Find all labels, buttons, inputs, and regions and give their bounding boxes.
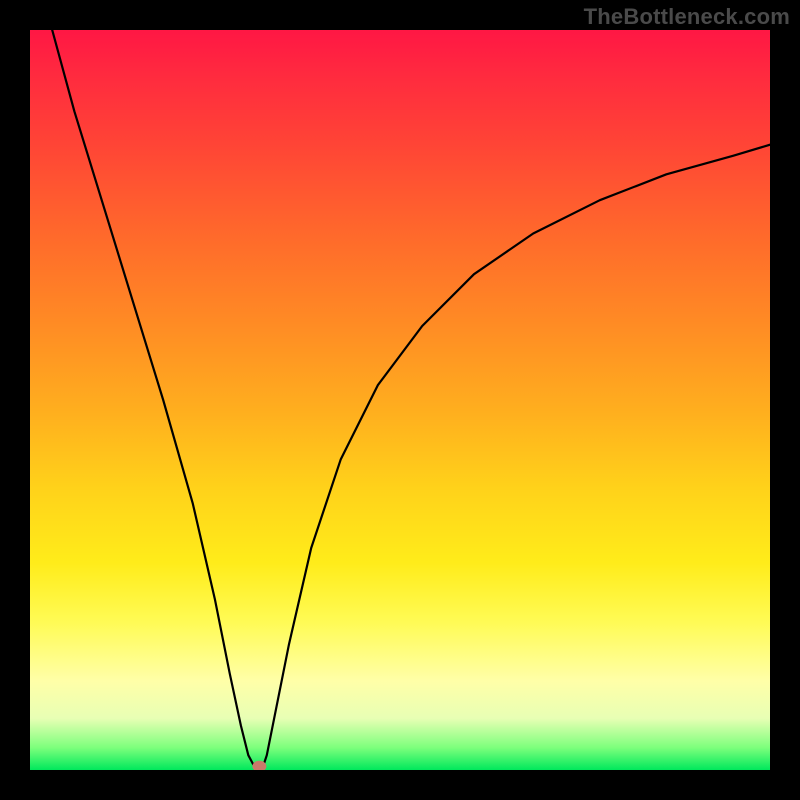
watermark-text: TheBottleneck.com — [584, 4, 790, 30]
chart-area — [30, 30, 770, 770]
bottleneck-curve — [52, 30, 770, 766]
chart-svg — [30, 30, 770, 770]
